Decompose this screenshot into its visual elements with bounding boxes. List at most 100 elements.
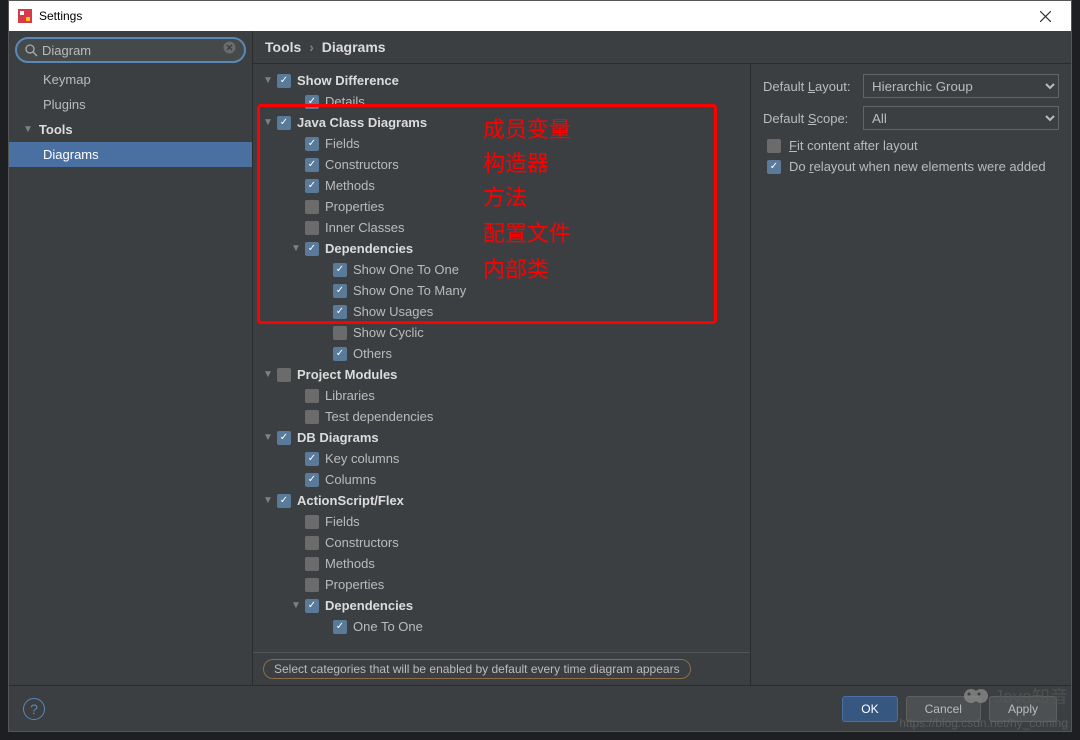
- tree-label: Methods: [325, 178, 375, 193]
- tree-checkbox[interactable]: [305, 410, 319, 424]
- tree-checkbox[interactable]: [305, 389, 319, 403]
- tree-checkbox[interactable]: [305, 242, 319, 256]
- tree-row[interactable]: ▼DB Diagrams: [253, 427, 750, 448]
- tree-checkbox[interactable]: [277, 431, 291, 445]
- tree-checkbox[interactable]: [333, 620, 347, 634]
- annotation-label: 配置文件: [483, 216, 571, 248]
- ok-button[interactable]: OK: [842, 696, 897, 722]
- tree-row[interactable]: ▼ ActionScript/Flex: [253, 490, 750, 511]
- tree-checkbox[interactable]: [333, 284, 347, 298]
- tree-checkbox[interactable]: [305, 95, 319, 109]
- tree-checkbox[interactable]: [305, 158, 319, 172]
- tree-row[interactable]: Constructors: [253, 532, 750, 553]
- tree-row[interactable]: ▼ Project Modules: [253, 364, 750, 385]
- chevron-down-icon[interactable]: ▼: [289, 600, 303, 611]
- tree-checkbox[interactable]: [305, 137, 319, 151]
- tree-label: Inner Classes: [325, 220, 404, 235]
- tree-label: Constructors: [325, 157, 399, 172]
- tree-label: Show Difference: [297, 73, 399, 88]
- sidebar-item-label: Tools: [39, 122, 73, 137]
- tree-label: Properties: [325, 199, 384, 214]
- tree-checkbox[interactable]: [277, 74, 291, 88]
- sidebar-item-plugins[interactable]: Plugins: [9, 92, 252, 117]
- annotation-label: 构造器: [483, 146, 549, 178]
- tree-row[interactable]: Libraries: [253, 385, 750, 406]
- tree-row[interactable]: Methods: [253, 553, 750, 574]
- chevron-down-icon[interactable]: ▼: [261, 75, 275, 86]
- tree-row[interactable]: Fields: [253, 511, 750, 532]
- fit-content-row[interactable]: Fit content after layout: [767, 138, 1059, 153]
- sidebar-item-label: Keymap: [43, 72, 91, 87]
- tree-checkbox[interactable]: [277, 494, 291, 508]
- tree-checkbox[interactable]: [333, 347, 347, 361]
- clear-search-icon[interactable]: [223, 41, 236, 59]
- search-input[interactable]: [42, 43, 223, 58]
- tree-checkbox[interactable]: [277, 116, 291, 130]
- tree-row[interactable]: Test dependencies: [253, 406, 750, 427]
- chevron-down-icon[interactable]: ▼: [23, 124, 33, 135]
- sidebar-item-label: Plugins: [43, 97, 86, 112]
- chevron-down-icon[interactable]: ▼: [261, 117, 275, 128]
- tree-label: Project Modules: [297, 367, 397, 382]
- tree-checkbox[interactable]: [305, 599, 319, 613]
- tree-checkbox[interactable]: [333, 305, 347, 319]
- search-field[interactable]: [15, 37, 246, 63]
- sidebar-item-diagrams[interactable]: Diagrams: [9, 142, 252, 167]
- default-layout-row: Default Layout: Hierarchic Group: [763, 74, 1059, 98]
- tree-label: Methods: [325, 556, 375, 571]
- tree-checkbox[interactable]: [277, 368, 291, 382]
- sidebar-item-keymap[interactable]: Keymap: [9, 67, 252, 92]
- help-icon[interactable]: ?: [23, 698, 45, 720]
- main-split: 成员变量 构造器 方法 配置文件 内部类 ▼Show DifferenceDet…: [253, 64, 1071, 685]
- chevron-down-icon[interactable]: ▼: [261, 495, 275, 506]
- relayout-row[interactable]: Do relayout when new elements were added: [767, 159, 1059, 174]
- tree-area: 成员变量 构造器 方法 配置文件 内部类 ▼Show DifferenceDet…: [253, 64, 751, 685]
- search-icon: [25, 44, 38, 57]
- sidebar-item-tools[interactable]: ▼ Tools: [9, 117, 252, 142]
- chevron-down-icon[interactable]: ▼: [289, 243, 303, 254]
- chevron-down-icon[interactable]: ▼: [261, 432, 275, 443]
- tree-row[interactable]: One To One: [253, 616, 750, 637]
- tree-checkbox[interactable]: [305, 452, 319, 466]
- default-scope-select[interactable]: All: [863, 106, 1059, 130]
- default-layout-select[interactable]: Hierarchic Group: [863, 74, 1059, 98]
- tree-label: Columns: [325, 472, 376, 487]
- tree-checkbox[interactable]: [333, 263, 347, 277]
- tree-checkbox[interactable]: [333, 326, 347, 340]
- tree-label: Show Cyclic: [353, 325, 424, 340]
- watermark-brand: Java知音: [962, 682, 1068, 710]
- chevron-down-icon[interactable]: ▼: [261, 369, 275, 380]
- tree-row[interactable]: Details: [253, 91, 750, 112]
- tree-label: Details: [325, 94, 365, 109]
- app-icon: [17, 8, 33, 24]
- tree-checkbox[interactable]: [305, 200, 319, 214]
- tree-checkbox[interactable]: [305, 557, 319, 571]
- relayout-checkbox[interactable]: [767, 160, 781, 174]
- tree-label: Fields: [325, 514, 360, 529]
- tree-scroll[interactable]: 成员变量 构造器 方法 配置文件 内部类 ▼Show DifferenceDet…: [253, 64, 750, 652]
- tree-row[interactable]: Show Cyclic: [253, 322, 750, 343]
- tree-checkbox[interactable]: [305, 578, 319, 592]
- tree-row[interactable]: Columns: [253, 469, 750, 490]
- titlebar: Settings: [9, 1, 1071, 31]
- tree-checkbox[interactable]: [305, 536, 319, 550]
- tree-checkbox[interactable]: [305, 179, 319, 193]
- fit-content-checkbox[interactable]: [767, 139, 781, 153]
- annotation-label: 成员变量: [483, 112, 571, 144]
- tree-label: Show Usages: [353, 304, 433, 319]
- tree-label: Show One To One: [353, 262, 459, 277]
- close-icon[interactable]: [1027, 1, 1063, 31]
- tree-row[interactable]: ▼Dependencies: [253, 595, 750, 616]
- tree-row[interactable]: Others: [253, 343, 750, 364]
- tree-row[interactable]: Properties: [253, 574, 750, 595]
- tree-row[interactable]: Show Usages: [253, 301, 750, 322]
- hint-text: Select categories that will be enabled b…: [263, 659, 691, 679]
- tree-label: ActionScript/Flex: [297, 493, 404, 508]
- relayout-label: Do relayout when new elements were added: [789, 159, 1046, 174]
- breadcrumb-root: Tools: [265, 39, 301, 55]
- tree-checkbox[interactable]: [305, 221, 319, 235]
- tree-row[interactable]: Key columns: [253, 448, 750, 469]
- tree-checkbox[interactable]: [305, 515, 319, 529]
- tree-checkbox[interactable]: [305, 473, 319, 487]
- tree-row[interactable]: ▼ Show Difference: [253, 70, 750, 91]
